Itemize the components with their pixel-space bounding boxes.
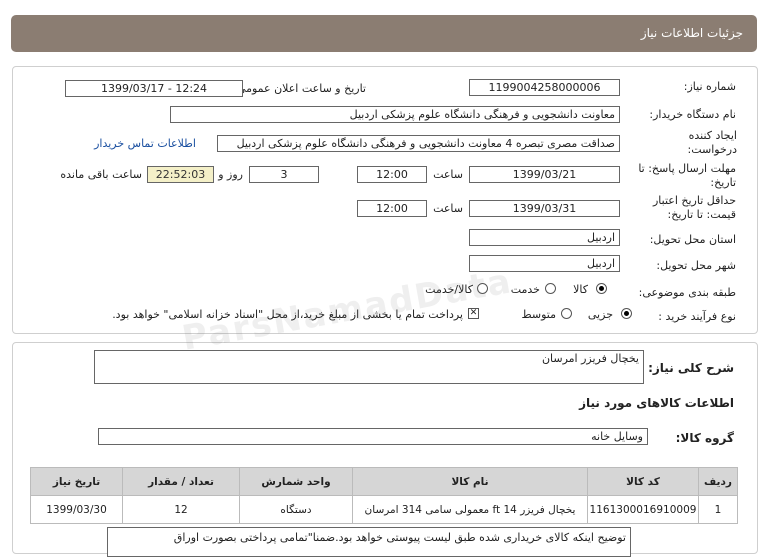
days-label: روز و [218, 168, 243, 181]
category-radio-service[interactable] [545, 283, 556, 294]
creator-label: ایجاد کننده درخواست: [687, 129, 737, 156]
remaining-label: ساعت باقی مانده [60, 168, 142, 181]
validity-time-label: ساعت [433, 202, 463, 215]
deadline-date-field: 1399/03/21 [469, 166, 620, 183]
cell-unit: دستگاه [239, 495, 353, 524]
validity-time-field: 12:00 [357, 200, 427, 217]
category-option-both: کالا/خدمت [425, 283, 473, 296]
purchase-option-minor: جزیی [587, 308, 613, 321]
purchase-type-label: نوع فرآیند خرید : [658, 310, 736, 323]
category-option-goods: کالا [573, 283, 588, 296]
col-name: نام کالا [352, 467, 588, 496]
col-qty: تعداد / مقدار [122, 467, 240, 496]
province-label: استان محل تحویل: [649, 233, 736, 246]
contact-buyer-link[interactable]: اطلاعات تماس خریدار [94, 137, 196, 150]
purchase-option-medium: متوسط [521, 308, 556, 321]
category-radio-goods[interactable] [596, 283, 607, 294]
city-field: اردبیل [469, 255, 620, 272]
page-header: جزئیات اطلاعات نیاز [11, 15, 757, 52]
table-row: 1 1161300016910009 یخچال فریزر 14 ft معم… [30, 495, 738, 524]
cell-row: 1 [698, 495, 738, 524]
remaining-time-field: 22:52:03 [147, 166, 214, 183]
col-row: ردیف [698, 467, 738, 496]
province-field: اردبیل [469, 229, 620, 246]
need-number-field: 1199004258000006 [469, 79, 620, 96]
validity-date-field: 1399/03/31 [469, 200, 620, 217]
col-date: تاریخ نیاز [30, 467, 123, 496]
purchase-radio-medium[interactable] [561, 308, 572, 319]
deadline-time-label: ساعت [433, 168, 463, 181]
table-header-row: ردیف کد کالا نام کالا واحد شمارش تعداد /… [30, 467, 738, 496]
treasury-payment-checkbox[interactable]: ✕ [468, 308, 479, 319]
goods-group-label: گروه کالا: [675, 431, 734, 445]
cell-qty: 12 [122, 495, 240, 524]
need-number-label: شماره نیاز: [683, 80, 736, 93]
announce-field: 1399/03/17 - 12:24 [65, 80, 243, 97]
page-title: جزئیات اطلاعات نیاز [640, 26, 743, 40]
validity-label: حداقل تاریخ اعتبار قیمت: تا تاریخ: [652, 194, 736, 221]
category-radio-both[interactable] [477, 283, 488, 294]
cell-code: 1161300016910009 [587, 495, 699, 524]
announce-label: تاریخ و ساعت اعلان عمومی: [233, 82, 366, 95]
col-code: کد کالا [587, 467, 699, 496]
creator-field: صداقت مصری تبصره 4 معاونت دانشجویی و فره… [217, 135, 620, 152]
cell-date: 1399/03/30 [30, 495, 123, 524]
summary-label: شرح کلی نیاز: [648, 361, 734, 375]
treasury-payment-note: پرداخت تمام یا بخشی از مبلغ خرید،از محل … [112, 308, 463, 321]
deadline-time-field: 12:00 [357, 166, 427, 183]
purchase-radio-minor[interactable] [621, 308, 632, 319]
summary-field: یخچال فریزر امرسان [94, 350, 644, 384]
city-label: شهر محل تحویل: [656, 259, 736, 272]
deadline-label: مهلت ارسال پاسخ: تا تاریخ: [638, 162, 736, 189]
col-unit: واحد شمارش [239, 467, 353, 496]
description-field: توضیح اینکه کالای خریداری شده طبق لیست پ… [107, 527, 631, 557]
goods-section-title: اطلاعات کالاهای مورد نیاز [579, 396, 734, 410]
goods-table: ردیف کد کالا نام کالا واحد شمارش تعداد /… [30, 467, 738, 524]
category-label: طبقه بندی موضوعی: [638, 286, 736, 299]
cell-name: یخچال فریزر 14 ft معمولی سامی 314 امرسان [352, 495, 588, 524]
buyer-label: نام دستگاه خریدار: [649, 108, 736, 121]
category-option-service: خدمت [510, 283, 540, 296]
goods-group-field: وسایل خانه [98, 428, 648, 445]
buyer-field: معاونت دانشجویی و فرهنگی دانشگاه علوم پز… [170, 106, 620, 123]
days-field: 3 [249, 166, 319, 183]
